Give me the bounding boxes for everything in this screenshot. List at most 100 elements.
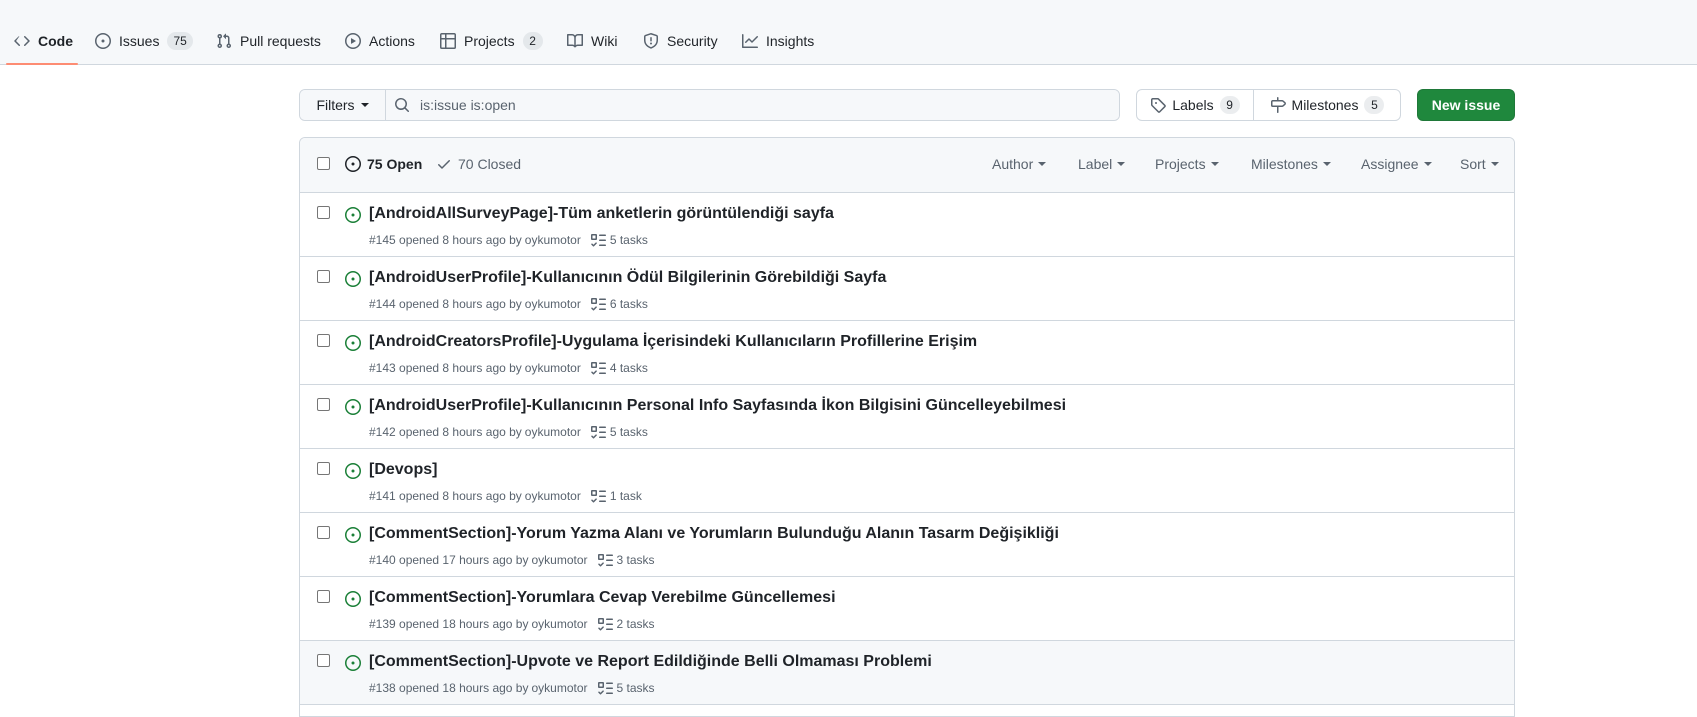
issue-checkbox[interactable] bbox=[317, 654, 330, 667]
labels-counter: 9 bbox=[1219, 96, 1240, 114]
issue-meta: #140 opened 17 hours ago by oykumotor 3 … bbox=[369, 552, 655, 568]
projects-filter[interactable]: Projects bbox=[1155, 156, 1219, 172]
sort-filter[interactable]: Sort bbox=[1460, 156, 1499, 172]
tasklist-icon bbox=[597, 682, 613, 695]
tab-code-label: Code bbox=[38, 33, 73, 49]
repo-nav: Code Issues 75 Pull requests Actions Pro… bbox=[0, 0, 1697, 65]
closed-issues-tab[interactable]: 70 Closed bbox=[436, 156, 521, 172]
issue-checkbox[interactable] bbox=[317, 270, 330, 283]
issue-search-input[interactable] bbox=[420, 97, 1020, 113]
tasklist-icon bbox=[590, 490, 606, 503]
tag-icon bbox=[1151, 98, 1167, 113]
issue-title-link[interactable]: [AndroidUserProfile]-Kullanıcının Ödül B… bbox=[369, 269, 886, 287]
assignee-filter[interactable]: Assignee bbox=[1361, 156, 1432, 172]
issue-checkbox[interactable] bbox=[317, 526, 330, 539]
issue-opened-icon bbox=[345, 655, 361, 671]
issue-opened-info: #139 opened 18 hours ago by bbox=[369, 617, 529, 631]
tab-insights[interactable]: Insights bbox=[742, 28, 814, 54]
task-progress[interactable]: 2 tasks bbox=[597, 616, 655, 632]
task-progress[interactable]: 1 task bbox=[590, 488, 642, 504]
tab-security[interactable]: Security bbox=[643, 28, 718, 54]
task-progress[interactable]: 5 tasks bbox=[597, 680, 655, 696]
issue-row[interactable]: [AndroidUserProfile]-Kullanıcının Ödül B… bbox=[300, 257, 1514, 321]
tasklist-icon bbox=[590, 298, 606, 311]
filters-button[interactable]: Filters bbox=[300, 90, 386, 120]
issue-meta: #138 opened 18 hours ago by oykumotor 5 … bbox=[369, 680, 655, 696]
check-icon bbox=[438, 160, 450, 169]
task-progress[interactable]: 5 tasks bbox=[590, 424, 648, 440]
tasklist-icon bbox=[590, 426, 606, 439]
issue-author-link[interactable]: oykumotor bbox=[525, 233, 581, 247]
open-issues-label: 75 Open bbox=[367, 156, 423, 172]
issue-row[interactable]: [Devops] #141 opened 8 hours ago by oyku… bbox=[300, 449, 1514, 513]
task-progress[interactable]: 4 tasks bbox=[590, 360, 648, 376]
tasklist-icon bbox=[597, 554, 613, 567]
task-progress[interactable]: 6 tasks bbox=[590, 296, 648, 312]
filter-bar: Filters bbox=[299, 89, 1120, 121]
issue-checkbox[interactable] bbox=[317, 398, 330, 411]
issue-opened-info: #145 opened 8 hours ago by bbox=[369, 233, 522, 247]
issue-checkbox[interactable] bbox=[317, 590, 330, 603]
task-progress[interactable]: 3 tasks bbox=[597, 552, 655, 568]
issue-author-link[interactable]: oykumotor bbox=[531, 553, 587, 567]
milestone-icon bbox=[1270, 97, 1286, 113]
chevron-down-icon bbox=[1322, 162, 1331, 166]
issue-opened-info: #143 opened 8 hours ago by bbox=[369, 361, 522, 375]
issue-title-link[interactable]: [CommentSection]-Upvote ve Report Edildi… bbox=[369, 653, 932, 671]
milestones-filter[interactable]: Milestones bbox=[1251, 156, 1331, 172]
task-count: 4 tasks bbox=[609, 361, 648, 375]
issue-title-link[interactable]: [AndroidAllSurveyPage]-Tüm anketlerin gö… bbox=[369, 205, 834, 223]
author-filter[interactable]: Author bbox=[992, 156, 1047, 172]
issue-meta: #145 opened 8 hours ago by oykumotor 5 t… bbox=[369, 232, 648, 248]
tab-wiki-label: Wiki bbox=[591, 33, 618, 49]
issue-row[interactable]: [CommentSection]-Yorum Yazma Alanı ve Yo… bbox=[300, 513, 1514, 577]
issue-author-link[interactable]: oykumotor bbox=[525, 361, 581, 375]
issue-row[interactable]: [AndroidUserProfile]-Kullanıcının Person… bbox=[300, 385, 1514, 449]
issue-author-link[interactable]: oykumotor bbox=[531, 681, 587, 695]
label-filter[interactable]: Label bbox=[1078, 156, 1126, 172]
tab-projects-label: Projects bbox=[464, 33, 515, 49]
task-count: 5 tasks bbox=[609, 233, 648, 247]
tab-actions[interactable]: Actions bbox=[345, 28, 415, 54]
issue-title-link[interactable]: [CommentSection]-Yorum Yazma Alanı ve Yo… bbox=[369, 525, 1059, 543]
issue-checkbox[interactable] bbox=[317, 334, 330, 347]
tab-issues[interactable]: Issues 75 bbox=[95, 28, 193, 54]
milestones-button[interactable]: Milestones 5 bbox=[1254, 90, 1400, 120]
chevron-down-icon bbox=[360, 103, 369, 107]
sort-filter-label: Sort bbox=[1460, 156, 1486, 172]
new-issue-button[interactable]: New issue bbox=[1417, 89, 1515, 121]
labels-button[interactable]: Labels 9 bbox=[1137, 90, 1254, 120]
issue-row[interactable]: [CommentSection]-Yorumlara Cevap Verebil… bbox=[300, 577, 1514, 641]
tab-wiki[interactable]: Wiki bbox=[567, 28, 617, 54]
issue-title-link[interactable]: [AndroidCreatorsProfile]-Uygulama İçeris… bbox=[369, 333, 977, 351]
task-count: 6 tasks bbox=[609, 297, 648, 311]
projects-filter-label: Projects bbox=[1155, 156, 1206, 172]
issue-author-link[interactable]: oykumotor bbox=[525, 489, 581, 503]
issue-title-link[interactable]: [CommentSection]-Yorumlara Cevap Verebil… bbox=[369, 589, 836, 607]
issue-opened-icon bbox=[345, 527, 361, 543]
issue-row[interactable]: [AndroidCreatorsProfile]-Uygulama İçeris… bbox=[300, 321, 1514, 385]
issue-author-link[interactable]: oykumotor bbox=[525, 425, 581, 439]
issue-title-link[interactable]: [Devops] bbox=[369, 461, 437, 479]
issue-author-link[interactable]: oykumotor bbox=[525, 297, 581, 311]
book-icon bbox=[567, 33, 583, 48]
issue-title-link[interactable]: [AndroidUserProfile]-Kullanıcının Person… bbox=[369, 397, 1066, 415]
issue-row[interactable]: [CommentSection]-Upvote ve Report Edildi… bbox=[300, 641, 1514, 705]
tab-code[interactable]: Code bbox=[14, 28, 73, 54]
issue-checkbox[interactable] bbox=[317, 462, 330, 475]
issue-checkbox[interactable] bbox=[317, 206, 330, 219]
open-issues-tab[interactable]: 75 Open bbox=[345, 156, 422, 172]
task-count: 3 tasks bbox=[616, 553, 655, 567]
issue-opened-icon bbox=[95, 33, 111, 49]
select-all-checkbox[interactable] bbox=[317, 157, 330, 170]
tab-projects[interactable]: Projects 2 bbox=[440, 28, 543, 54]
issue-row[interactable]: [AndroidAllSurveyPage]-Tüm anketlerin gö… bbox=[300, 193, 1514, 257]
chevron-down-icon bbox=[1210, 162, 1219, 166]
issue-author-link[interactable]: oykumotor bbox=[531, 617, 587, 631]
issue-meta: #143 opened 8 hours ago by oykumotor 4 t… bbox=[369, 360, 648, 376]
task-count: 5 tasks bbox=[609, 425, 648, 439]
tab-pull-requests[interactable]: Pull requests bbox=[216, 28, 321, 54]
task-progress[interactable]: 5 tasks bbox=[590, 232, 648, 248]
issue-opened-icon bbox=[345, 591, 361, 607]
issues-list-header: 75 Open 70 Closed Author Label Projects … bbox=[300, 138, 1514, 193]
